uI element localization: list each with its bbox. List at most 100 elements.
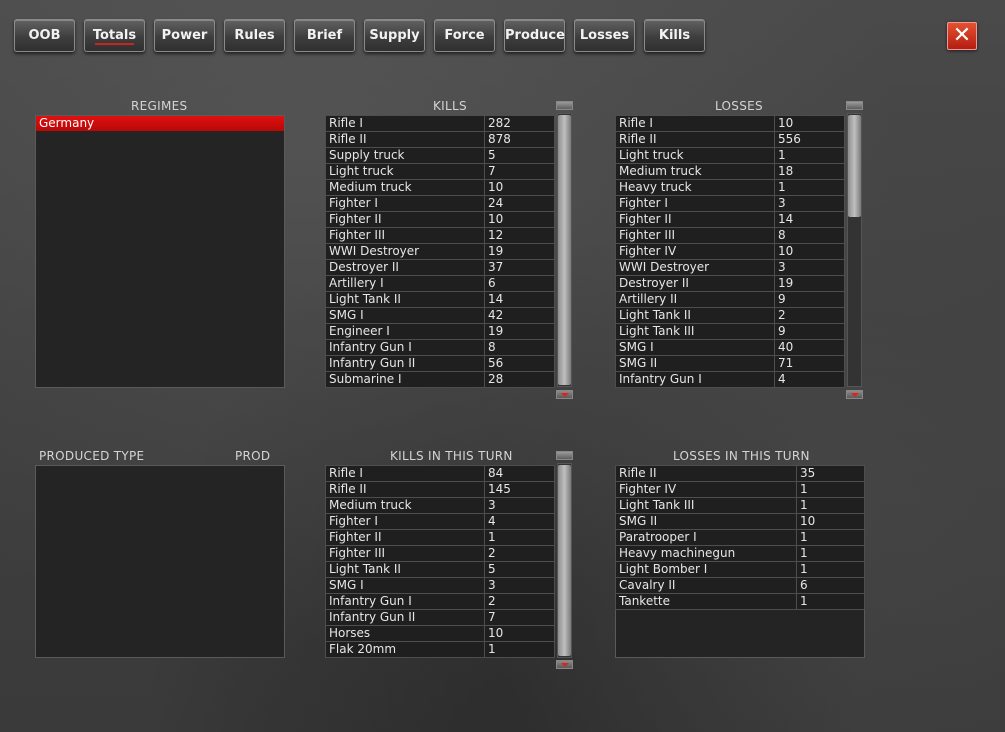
table-row[interactable]: Medium truck 10 xyxy=(325,179,555,196)
scroll-thumb[interactable] xyxy=(558,115,571,385)
table-row[interactable]: Fighter II 14 xyxy=(615,211,845,228)
table-row[interactable]: Artillery I6 xyxy=(325,275,555,292)
table-row[interactable]: Light Tank II 2 xyxy=(615,307,845,324)
table-row[interactable]: Rifle II 556 xyxy=(615,131,845,148)
table-row[interactable]: Tankette 1 xyxy=(615,593,865,610)
table-row[interactable]: Artillery II 9 xyxy=(615,291,845,308)
produced-type-heading: PRODUCED TYPE xyxy=(39,449,145,463)
table-row[interactable]: Engineer I 19 xyxy=(325,323,555,340)
table-row[interactable]: Fighter III 8 xyxy=(615,227,845,244)
table-row[interactable]: Light Tank III 9 xyxy=(615,323,845,340)
nav-button-force[interactable]: Force xyxy=(434,19,495,52)
table-row[interactable]: Fighter I3 xyxy=(615,195,845,212)
kills-scrollbar[interactable] xyxy=(556,101,573,400)
table-row[interactable]: Fighter I4 xyxy=(325,513,555,530)
nav-button-produce[interactable]: Produce xyxy=(504,19,565,52)
table-row[interactable]: SMG I3 xyxy=(325,577,555,594)
nav-button-totals[interactable]: Totals xyxy=(84,19,145,52)
table-row[interactable]: SMG II 10 xyxy=(615,513,865,530)
kills-turn-scrollbar[interactable] xyxy=(556,451,573,670)
unit-name-cell: SMG I xyxy=(615,339,775,356)
table-row[interactable]: Fighter III 2 xyxy=(325,545,555,562)
table-row[interactable]: Cavalry II 6 xyxy=(615,577,865,594)
nav-button-brief[interactable]: Brief xyxy=(294,19,355,52)
table-row[interactable]: Rifle II 35 xyxy=(615,465,865,482)
table-row[interactable]: SMG I 42 xyxy=(325,307,555,324)
table-row[interactable]: Submarine I 28 xyxy=(325,371,555,388)
table-row[interactable]: Horses 10 xyxy=(325,625,555,642)
unit-name-cell: SMG I xyxy=(325,577,485,594)
table-row[interactable]: Infantry Gun I8 xyxy=(325,339,555,356)
table-row[interactable]: Destroyer II 19 xyxy=(615,275,845,292)
scroll-up-button[interactable] xyxy=(556,451,573,460)
table-row[interactable]: Light Tank III 1 xyxy=(615,497,865,514)
kills-turn-table: Rifle I 84 Rifle II 145 Medium truck 3 Fighter… xyxy=(325,465,555,658)
table-row[interactable]: Light Tank II 14 xyxy=(325,291,555,308)
table-row[interactable]: Paratrooper I1 xyxy=(615,529,865,546)
count-cell: 9 xyxy=(774,291,845,308)
table-row[interactable]: Medium truck 3 xyxy=(325,497,555,514)
regimes-list[interactable]: Germany xyxy=(35,115,285,388)
nav-button-label: Brief xyxy=(306,28,343,43)
table-row[interactable]: Fighter II 1 xyxy=(325,529,555,546)
table-row[interactable]: Light truck 7 xyxy=(325,163,555,180)
kills-table: Rifle I 282 Rifle II 878 Supply truck 5 Light … xyxy=(325,115,555,388)
table-row[interactable]: Fighter IV 1 xyxy=(615,481,865,498)
scroll-down-button[interactable] xyxy=(556,390,573,399)
table-row[interactable]: Fighter III 12 xyxy=(325,227,555,244)
unit-name-cell: Fighter IV xyxy=(615,243,775,260)
nav-button-oob[interactable]: OOB xyxy=(14,19,75,52)
table-row[interactable]: Infantry Gun I4 xyxy=(615,371,845,388)
table-row[interactable]: Rifle I 282 xyxy=(325,115,555,132)
table-row[interactable]: Infantry Gun II 56 xyxy=(325,355,555,372)
table-row[interactable]: WWI Destroyer 3 xyxy=(615,259,845,276)
table-row[interactable]: Rifle II 145 xyxy=(325,481,555,498)
nav-button-rules[interactable]: Rules xyxy=(224,19,285,52)
table-row[interactable]: Flak 20mm 1 xyxy=(325,641,555,658)
table-row[interactable]: WWI Destroyer 19 xyxy=(325,243,555,260)
table-row[interactable]: SMG II 71 xyxy=(615,355,845,372)
table-row[interactable]: Fighter II 10 xyxy=(325,211,555,228)
count-cell: 18 xyxy=(774,163,845,180)
count-cell: 1 xyxy=(796,561,865,578)
scroll-down-button[interactable] xyxy=(846,390,863,399)
table-row[interactable]: Heavy truck 1 xyxy=(615,179,845,196)
nav-button-label: Produce xyxy=(505,28,565,43)
table-row[interactable]: Infantry Gun II 7 xyxy=(325,609,555,626)
table-row[interactable]: Rifle I 10 xyxy=(615,115,845,132)
nav-button-power[interactable]: Power xyxy=(154,19,215,52)
table-row[interactable]: Rifle I 84 xyxy=(325,465,555,482)
nav-button-supply[interactable]: Supply xyxy=(364,19,425,52)
table-row[interactable]: Infantry Gun I2 xyxy=(325,593,555,610)
scroll-thumb[interactable] xyxy=(558,465,571,656)
count-cell: 8 xyxy=(484,339,555,356)
count-cell: 1 xyxy=(796,593,865,610)
table-row[interactable]: Heavy machinegun 1 xyxy=(615,545,865,562)
table-row[interactable]: Light Tank II 5 xyxy=(325,561,555,578)
produced-list[interactable] xyxy=(35,465,285,658)
table-row[interactable]: Destroyer II 37 xyxy=(325,259,555,276)
scroll-up-button[interactable] xyxy=(846,101,863,110)
nav-button-losses[interactable]: Losses xyxy=(574,19,635,52)
losses-scrollbar[interactable] xyxy=(846,101,863,400)
table-row[interactable]: SMG I 40 xyxy=(615,339,845,356)
table-row[interactable]: Fighter I 24 xyxy=(325,195,555,212)
table-row[interactable]: Fighter IV 10 xyxy=(615,243,845,260)
regime-item[interactable]: Germany xyxy=(36,116,284,131)
table-row[interactable]: Light Bomber I1 xyxy=(615,561,865,578)
scroll-down-button[interactable] xyxy=(556,660,573,669)
unit-name-cell: Fighter II xyxy=(615,211,775,228)
count-cell: 37 xyxy=(484,259,555,276)
table-row[interactable]: Supply truck 5 xyxy=(325,147,555,164)
count-cell: 35 xyxy=(796,465,865,482)
table-row[interactable]: Medium truck 18 xyxy=(615,163,845,180)
nav-button-label: Power xyxy=(161,28,208,43)
nav-button-kills[interactable]: Kills xyxy=(644,19,705,52)
table-row[interactable]: Light truck 1 xyxy=(615,147,845,164)
count-cell: 878 xyxy=(484,131,555,148)
count-cell: 12 xyxy=(484,227,555,244)
close-button[interactable]: ✕ xyxy=(947,22,977,50)
scroll-up-button[interactable] xyxy=(556,101,573,110)
table-row[interactable]: Rifle II 878 xyxy=(325,131,555,148)
scroll-thumb[interactable] xyxy=(848,115,861,217)
